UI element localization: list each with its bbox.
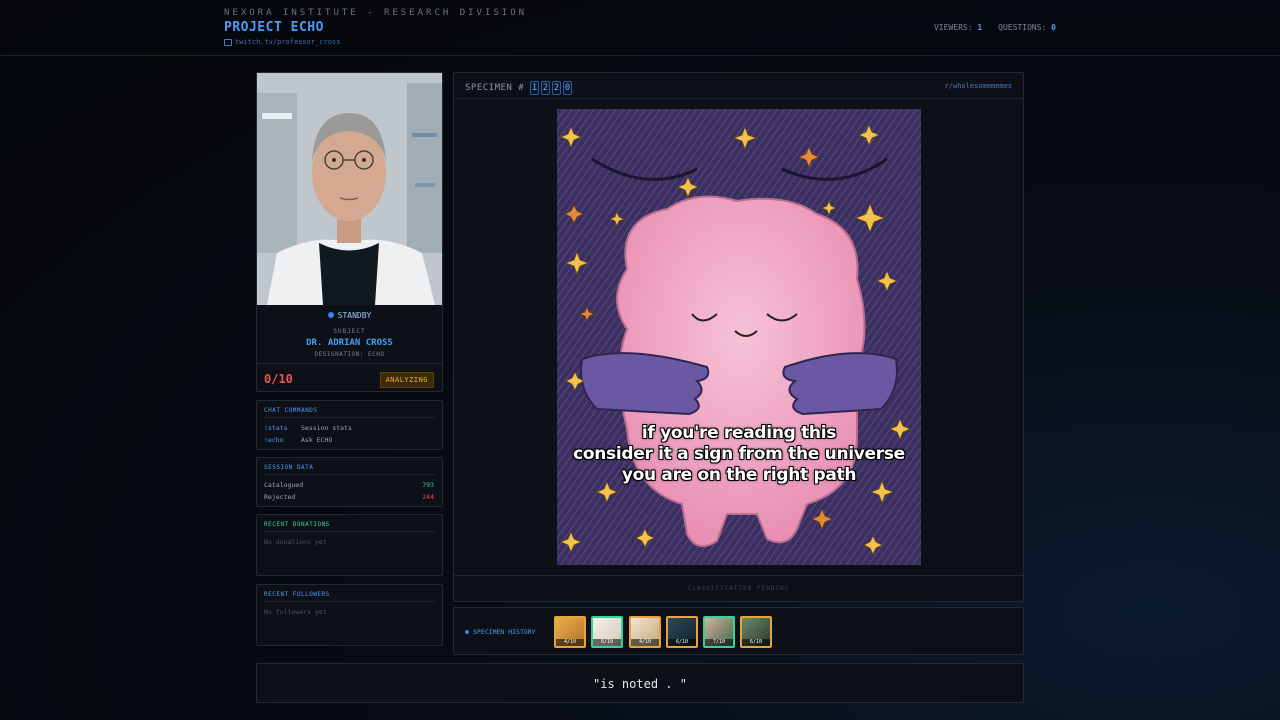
subject-photo [257,73,442,305]
rejected-label: Rejected [264,493,296,501]
panel-title: SESSION DATA [264,464,314,471]
questions-stat: QUESTIONS: 0 [998,23,1056,32]
subreddit-link[interactable]: r/wholesomememes [945,82,1012,90]
history-thumbnail[interactable]: 4/10 [629,616,661,648]
meme-image: if you're reading this consider it a sig… [557,109,921,565]
divider [454,575,1023,576]
top-bar: NEXORA INSTITUTE - RESEARCH DIVISION PRO… [0,0,1280,56]
command-name: !echo [264,436,284,444]
history-thumbnail[interactable]: 7/10 [703,616,735,648]
thumbnail-score: 6/10 [742,639,770,646]
classification-status: CLASSIFICATION PENDING [687,585,790,592]
thumbnail-score: 6/10 [593,639,621,646]
dot-icon [465,630,469,634]
history-thumbnail[interactable]: 6/10 [740,616,772,648]
panel-title: CHAT COMMANDS [264,407,318,414]
analyzing-badge: ANALYZING [379,372,434,388]
thumbnail-score: 4/10 [556,639,584,646]
subject-designation: DESIGNATION: ECHO [314,351,385,358]
history-label: SPECIMEN HISTORY [465,628,536,636]
specimen-viewer: SPECIMEN # 1 2 2 0 r/wholesomememes if y… [453,72,1024,602]
meme-caption-line: consider it a sign from the universe [573,444,905,464]
command-row: !echo Ask ECHO [264,436,434,444]
chat-commands-panel: CHAT COMMANDS !stats Session stats !echo… [256,400,443,450]
project-title: PROJECT ECHO [224,20,324,35]
specimen-digit: 2 [541,81,551,95]
viewers-count: 1 [977,23,983,32]
status-indicator: STANDBY [257,311,442,320]
divider [264,417,435,418]
command-name: !stats [264,424,288,432]
thumbnail-score: 6/10 [668,639,696,646]
recent-followers-panel: RECENT FOLLOWERS No followers yet [256,584,443,646]
subject-label: SUBJECT [333,328,366,335]
stream-stats: VIEWERS: 1 QUESTIONS: 0 [934,23,1056,32]
subject-score: 0/10 [264,372,293,386]
specimen-header: SPECIMEN # 1 2 2 0 r/wholesomememes [454,73,1023,99]
meme-caption-line: if you're reading this [641,423,837,443]
empty-message: No followers yet [264,608,327,616]
questions-count: 0 [1051,23,1056,32]
org-label: NEXORA INSTITUTE - RESEARCH DIVISION [224,8,528,18]
command-row: !stats Session stats [264,424,434,432]
command-desc: Session stats [301,424,352,432]
divider [264,531,435,532]
tv-icon [224,38,232,46]
specimen-digit: 1 [530,81,540,95]
response-quote-bar: "is noted . " [256,663,1024,703]
session-data-panel: SESSION DATA Catalogued 793 Rejected 244 [256,457,443,507]
history-thumbnail[interactable]: 4/10 [554,616,586,648]
specimen-history-panel: SPECIMEN HISTORY 4/10 6/10 4/10 6/10 7/1… [453,607,1024,655]
divider [264,474,435,475]
specimen-number: SPECIMEN # 1 2 2 0 [465,81,573,95]
thumbnail-score: 4/10 [631,639,659,646]
response-quote: "is noted . " [593,677,687,691]
status-dot-icon [327,312,334,318]
rejected-row: Rejected 244 [264,493,434,501]
command-desc: Ask ECHO [301,436,333,444]
catalogued-label: Catalogued [264,481,304,489]
history-thumbnail[interactable]: 6/10 [666,616,698,648]
panel-title: RECENT FOLLOWERS [264,591,330,598]
history-thumbnail[interactable]: 6/10 [591,616,623,648]
specimen-digit: 2 [552,81,562,95]
panel-title: RECENT DONATIONS [264,521,330,528]
subject-card: STANDBY SUBJECT DR. ADRIAN CROSS DESIGNA… [256,72,443,392]
subject-name: DR. ADRIAN CROSS [306,338,393,348]
specimen-digit: 0 [563,81,573,95]
meme-caption-line: you are on the right path [621,465,857,485]
empty-message: No donations yet [264,538,327,546]
viewers-stat: VIEWERS: 1 [933,23,983,32]
rejected-value: 244 [422,493,434,501]
channel-url: twitch.tv/professor_cross [235,38,341,46]
divider [257,363,442,364]
catalogued-value: 793 [422,481,434,489]
catalogued-row: Catalogued 793 [264,481,434,489]
thumbnail-score: 7/10 [705,639,733,646]
divider [264,601,435,602]
recent-donations-panel: RECENT DONATIONS No donations yet [256,514,443,576]
channel-link[interactable]: twitch.tv/professor_cross [224,38,340,46]
